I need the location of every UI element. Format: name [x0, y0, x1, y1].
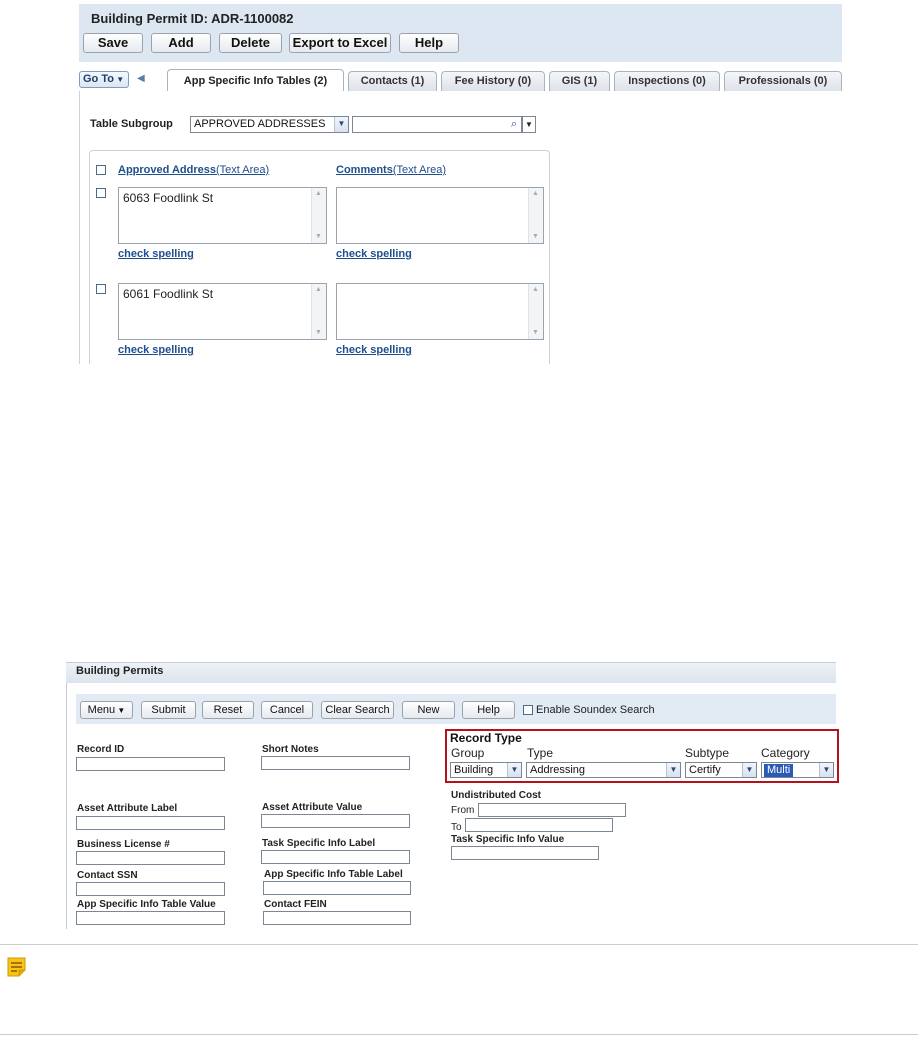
help-button[interactable]: Help	[462, 701, 515, 719]
goto-label: Go To	[83, 73, 114, 85]
subtype-label: Subtype	[685, 746, 730, 760]
enable-soundex-label: Enable Soundex Search	[536, 704, 655, 716]
note-top-border	[0, 944, 918, 945]
delete-button[interactable]: Delete	[219, 33, 282, 53]
business-license-field[interactable]	[76, 851, 225, 865]
tab-inspections[interactable]: Inspections (0)	[614, 71, 720, 91]
clear-search-button[interactable]: Clear Search	[321, 701, 394, 719]
app-specific-info-table-label-label: App Specific Info Table Label	[264, 869, 403, 880]
comments-type: (Text Area)	[392, 164, 447, 176]
chevron-down-icon: ▼	[334, 117, 348, 132]
textarea-scrollbar[interactable]: ▲ ▼	[528, 284, 543, 339]
chevron-down-icon: ▼	[507, 763, 521, 777]
select-all-checkbox[interactable]	[96, 165, 106, 175]
table-subgroup-select[interactable]: APPROVED ADDRESSES ▼	[190, 116, 349, 133]
comments-textarea[interactable]: ▲ ▼	[336, 187, 544, 244]
comments-column-header[interactable]: Comments(Text Area)	[336, 164, 446, 176]
group-select[interactable]: Building ▼	[450, 762, 522, 778]
permit-title: Building Permit ID: ADR-1100082	[91, 11, 294, 26]
asset-attribute-value-field[interactable]	[261, 814, 410, 828]
goto-menu[interactable]: Go To ▼	[79, 71, 129, 88]
search-icon[interactable]: ⌕	[511, 118, 517, 131]
undistributed-cost-from-field[interactable]	[478, 803, 626, 817]
table-subgroup-label: Table Subgroup	[90, 118, 173, 130]
check-spelling-link[interactable]: check spelling	[336, 248, 412, 260]
tab-fee-history[interactable]: Fee History (0)	[441, 71, 545, 91]
enable-soundex-checkbox[interactable]	[523, 705, 533, 715]
subtype-select[interactable]: Certify ▼	[685, 762, 757, 778]
note-bottom-border	[0, 1034, 918, 1035]
from-label: From	[451, 805, 475, 816]
contact-fein-field[interactable]	[263, 911, 411, 925]
category-select[interactable]: Multi ▼	[761, 762, 834, 778]
category-label: Category	[761, 746, 810, 760]
app-specific-info-table-value-field[interactable]	[76, 911, 225, 925]
asset-attribute-value-label: Asset Attribute Value	[262, 802, 363, 813]
approved-address-column-header[interactable]: Approved Address(Text Area)	[118, 164, 269, 176]
search-page-title: Building Permits	[76, 665, 164, 677]
tab-professionals[interactable]: Professionals (0)	[724, 71, 842, 91]
approved-address-link[interactable]: Approved Address	[118, 164, 216, 176]
task-specific-info-value-field[interactable]	[451, 846, 599, 860]
textarea-scrollbar[interactable]: ▲ ▼	[311, 284, 326, 339]
row-checkbox[interactable]	[96, 284, 106, 294]
to-label: To	[451, 822, 462, 833]
chevron-down-icon: ▼	[819, 763, 833, 777]
task-specific-info-label-field[interactable]	[261, 850, 410, 864]
asset-attribute-label-label: Asset Attribute Label	[77, 803, 178, 814]
search-dropdown-arrow[interactable]: ▼	[522, 116, 536, 133]
comments-link[interactable]: Comments	[336, 164, 393, 176]
chevron-down-icon: ▼	[666, 763, 680, 777]
asset-attribute-label-field[interactable]	[76, 816, 225, 830]
chevron-down-icon: ▼	[113, 75, 125, 84]
tab-scroll-left-icon[interactable]: ◀	[137, 73, 145, 84]
contact-fein-label: Contact FEIN	[264, 899, 327, 910]
help-button[interactable]: Help	[399, 33, 459, 53]
business-license-label: Business License #	[77, 839, 170, 850]
check-spelling-link[interactable]: check spelling	[118, 248, 194, 260]
approved-address-textarea[interactable]: 6061 Foodlink St ▲ ▼	[118, 283, 327, 340]
approved-address-type: (Text Area)	[216, 164, 270, 176]
app-specific-info-table-value-label: App Specific Info Table Value	[77, 899, 216, 910]
approved-address-textarea[interactable]: 6063 Foodlink St ▲ ▼	[118, 187, 327, 244]
record-id-field[interactable]	[76, 757, 225, 771]
group-label: Group	[451, 746, 485, 760]
textarea-scrollbar[interactable]: ▲ ▼	[311, 188, 326, 243]
reset-button[interactable]: Reset	[202, 701, 254, 719]
search-title-bar	[66, 662, 836, 683]
submit-button[interactable]: Submit	[141, 701, 196, 719]
row-checkbox[interactable]	[96, 188, 106, 198]
short-notes-label: Short Notes	[262, 744, 319, 755]
tab-gis[interactable]: GIS (1)	[549, 71, 610, 91]
check-spelling-link[interactable]: check spelling	[118, 344, 194, 356]
chevron-down-icon: ▼	[115, 706, 126, 715]
check-spelling-link[interactable]: check spelling	[336, 344, 412, 356]
undistributed-cost-label: Undistributed Cost	[451, 790, 541, 801]
tab-contacts[interactable]: Contacts (1)	[348, 71, 437, 91]
note-icon	[7, 957, 26, 977]
menu-button[interactable]: Menu ▼	[80, 701, 133, 719]
comments-textarea[interactable]: ▲ ▼	[336, 283, 544, 340]
record-id-label: Record ID	[77, 744, 125, 755]
type-select[interactable]: Addressing ▼	[526, 762, 681, 778]
contact-ssn-field[interactable]	[76, 882, 225, 896]
add-button[interactable]: Add	[151, 33, 211, 53]
record-type-heading: Record Type	[450, 731, 522, 745]
tab-app-specific-info-tables[interactable]: App Specific Info Tables (2)	[167, 69, 344, 92]
table-search-input[interactable]: ⌕	[352, 116, 522, 133]
textarea-scrollbar[interactable]: ▲ ▼	[528, 188, 543, 243]
save-button[interactable]: Save	[83, 33, 143, 53]
undistributed-cost-to-field[interactable]	[465, 818, 613, 832]
task-specific-info-label-label: Task Specific Info Label	[262, 838, 376, 849]
short-notes-field[interactable]	[261, 756, 410, 770]
type-label: Type	[527, 746, 554, 760]
contact-ssn-label: Contact SSN	[77, 870, 138, 881]
export-to-excel-button[interactable]: Export to Excel	[289, 33, 391, 53]
new-button[interactable]: New	[402, 701, 455, 719]
task-specific-info-value-label: Task Specific Info Value	[451, 834, 565, 845]
chevron-down-icon: ▼	[742, 763, 756, 777]
cancel-button[interactable]: Cancel	[261, 701, 313, 719]
app-specific-info-table-label-field[interactable]	[263, 881, 411, 895]
